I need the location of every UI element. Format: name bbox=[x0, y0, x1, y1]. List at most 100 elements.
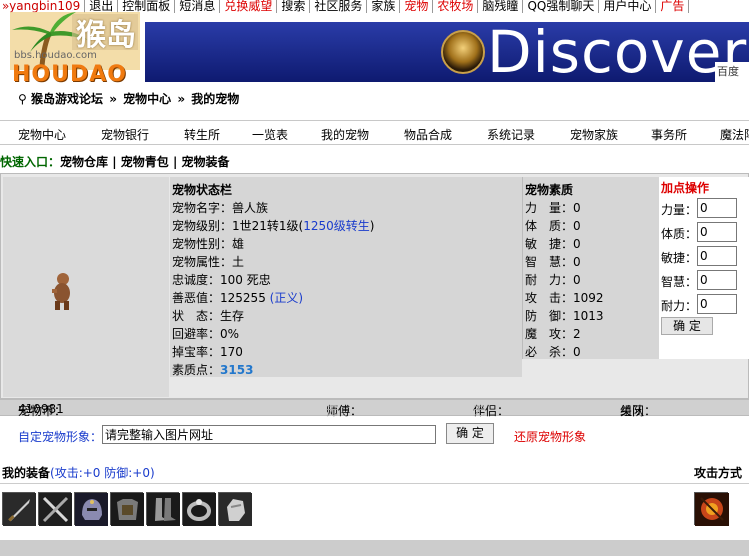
header-banner: Discovery 百度 bbox=[145, 22, 749, 82]
logo-cn: 猴岛 bbox=[76, 18, 136, 53]
add-wisdom-label: 智慧： bbox=[661, 275, 698, 289]
breadcrumb: ⚲ 猴岛游戏论坛 » 宠物中心 » 我的宠物 bbox=[18, 92, 240, 106]
attr-row: 敏 捷：0 bbox=[525, 237, 581, 251]
status-drop: 掉宝率：170 bbox=[172, 345, 243, 359]
status-element: 宠物属性：土 bbox=[172, 255, 245, 269]
attr-row: 魔 攻：2 bbox=[525, 327, 581, 341]
custom-image-label: 自定宠物形象： bbox=[18, 430, 103, 444]
search-icon: ⚲ bbox=[18, 92, 27, 106]
equipment-title: 我的装备(攻击:+0 防御:+0) bbox=[2, 466, 155, 480]
custom-image-url-input[interactable] bbox=[102, 425, 436, 444]
attack-mode-icon[interactable] bbox=[694, 492, 729, 526]
menu-synthesis[interactable]: 物品合成 bbox=[404, 126, 452, 143]
logo-site: bbs.houdao.com bbox=[14, 50, 97, 61]
breadcrumb-my-pet[interactable]: 我的宠物 bbox=[191, 92, 239, 106]
menu-rebirth[interactable]: 转生所 bbox=[184, 126, 220, 143]
menu-office[interactable]: 事务所 bbox=[651, 126, 687, 143]
top-nav-exchange[interactable]: 兑换威望 bbox=[220, 0, 278, 13]
helmet-icon[interactable] bbox=[74, 492, 108, 526]
status-points: 素质点：3153 bbox=[172, 363, 254, 377]
custom-image-row: 自定宠物形象： 确 定 还原宠物形象 bbox=[0, 420, 749, 448]
attack-mode-title: 攻击方式 bbox=[694, 466, 743, 480]
site-logo[interactable]: 猴岛 bbs.houdao.com HOUDAO bbox=[2, 4, 152, 90]
status-state: 状 态：生存 bbox=[172, 309, 245, 323]
status-loyalty: 忠诚度：100 死忠 bbox=[172, 273, 271, 287]
add-agility-label: 敏捷： bbox=[661, 251, 698, 265]
menu-pet-bank[interactable]: 宠物银行 bbox=[101, 126, 149, 143]
attr-row: 智 慧：0 bbox=[525, 255, 581, 269]
status-dodge: 回避率：0% bbox=[172, 327, 240, 341]
equipment-row bbox=[0, 484, 749, 540]
logo-en: HOUDAO bbox=[12, 62, 127, 87]
quick-links: 快速入口：宠物仓库 | 宠物青包 | 宠物装备 bbox=[0, 155, 230, 169]
breadcrumb-pet-center[interactable]: 宠物中心 bbox=[123, 92, 171, 106]
menu-overview[interactable]: 一览表 bbox=[252, 126, 288, 143]
add-strength-input[interactable] bbox=[697, 198, 737, 218]
banner-word: Discovery bbox=[487, 22, 749, 82]
attr-row: 力 量：0 bbox=[525, 201, 581, 215]
status-karma: 善恶值：125255 (正义) bbox=[172, 291, 304, 305]
status-gender: 宠物性别：雄 bbox=[172, 237, 245, 251]
footer-strip bbox=[0, 540, 749, 556]
pet-stats-bar: 宠物币： 410981 师傅：无 伴侣：无 组队： 关闭 bbox=[0, 399, 749, 418]
gauntlet-icon[interactable] bbox=[218, 492, 252, 526]
equipment-header: 我的装备(攻击:+0 防御:+0) 攻击方式 bbox=[0, 458, 749, 484]
attr-row: 耐 力：0 bbox=[525, 273, 581, 287]
status-level: 宠物级别：1世21转1级(1250级转生) bbox=[172, 219, 375, 233]
quick-bag[interactable]: 宠物青包 bbox=[121, 155, 169, 169]
add-endurance-label: 耐力： bbox=[661, 299, 698, 313]
add-points-panel: 加点操作 力量： 体质： 敏捷： 智慧： 耐力： 确 定 bbox=[659, 177, 749, 359]
attr-row: 攻 击：1092 bbox=[525, 291, 604, 305]
top-nav-search[interactable]: 搜索 bbox=[277, 0, 311, 13]
add-agility-input[interactable] bbox=[697, 246, 737, 266]
main-menu: 宠物中心 宠物银行 转生所 一览表 我的宠物 物品合成 系统记录 宠物家族 事务… bbox=[0, 120, 749, 145]
menu-magic-circle[interactable]: 魔法阵 bbox=[720, 126, 749, 143]
pet-attributes: 宠物素质 力 量：0 体 质：0 敏 捷：0 智 慧：0 耐 力：0 攻 击：1… bbox=[522, 177, 659, 359]
attr-row: 必 杀：0 bbox=[525, 345, 581, 359]
breadcrumb-forum[interactable]: 猴岛游戏论坛 bbox=[31, 92, 103, 106]
add-constitution-input[interactable] bbox=[697, 222, 737, 242]
pet-sprite-icon bbox=[52, 273, 70, 310]
status-title: 宠物状态栏 bbox=[172, 183, 233, 197]
emblem-icon bbox=[441, 30, 485, 74]
pet-image-cell bbox=[3, 177, 169, 397]
top-nav-farm[interactable]: 农牧场 bbox=[433, 0, 479, 13]
add-points-title: 加点操作 bbox=[661, 181, 710, 195]
top-nav-messages[interactable]: 短消息 bbox=[175, 0, 221, 13]
attr-row: 防 御：1013 bbox=[525, 309, 604, 323]
reset-image-link[interactable]: 还原宠物形象 bbox=[514, 428, 586, 445]
pet-panel: 宠物状态栏 宠物名字：兽人族 宠物级别：1世21转1级(1250级转生) 宠物性… bbox=[0, 173, 749, 399]
top-nav-naocan[interactable]: 脑残瞳 bbox=[478, 0, 524, 13]
custom-image-confirm-button[interactable]: 确 定 bbox=[446, 423, 494, 444]
add-endurance-input[interactable] bbox=[697, 294, 737, 314]
top-nav-pet[interactable]: 宠物 bbox=[400, 0, 434, 13]
menu-pet-center[interactable]: 宠物中心 bbox=[18, 126, 66, 143]
pet-status: 宠物状态栏 宠物名字：兽人族 宠物级别：1世21转1级(1250级转生) 宠物性… bbox=[170, 177, 522, 377]
add-wisdom-input[interactable] bbox=[697, 270, 737, 290]
menu-my-pet[interactable]: 我的宠物 bbox=[321, 126, 369, 143]
attr-row: 体 质：0 bbox=[525, 219, 581, 233]
karma-link[interactable]: (正义) bbox=[270, 291, 303, 305]
rebirth-level-link[interactable]: 1250级转生 bbox=[303, 219, 370, 233]
baidu-link[interactable]: 百度 bbox=[715, 62, 749, 82]
quick-equipment[interactable]: 宠物装备 bbox=[182, 155, 230, 169]
top-nav-family[interactable]: 家族 bbox=[367, 0, 401, 13]
menu-pet-family[interactable]: 宠物家族 bbox=[570, 126, 618, 143]
sword-icon[interactable] bbox=[2, 492, 36, 526]
add-points-confirm-button[interactable]: 确 定 bbox=[661, 317, 713, 335]
status-name: 宠物名字：兽人族 bbox=[172, 201, 269, 215]
top-nav-ads[interactable]: 广告 bbox=[656, 0, 690, 13]
quick-label: 快速入口： bbox=[0, 155, 61, 169]
add-strength-label: 力量： bbox=[661, 203, 698, 217]
top-nav-user-center[interactable]: 用户中心 bbox=[599, 0, 657, 13]
add-constitution-label: 体质： bbox=[661, 227, 698, 241]
menu-system-log[interactable]: 系统记录 bbox=[487, 126, 535, 143]
ring-icon[interactable] bbox=[182, 492, 216, 526]
boots-icon[interactable] bbox=[146, 492, 180, 526]
top-nav-qq-chat[interactable]: QQ强制聊天 bbox=[523, 0, 600, 13]
attrs-title: 宠物素质 bbox=[525, 183, 574, 197]
quick-warehouse[interactable]: 宠物仓库 bbox=[60, 155, 108, 169]
top-nav-community[interactable]: 社区服务 bbox=[310, 0, 368, 13]
crossed-blades-icon[interactable] bbox=[38, 492, 72, 526]
armor-icon[interactable] bbox=[110, 492, 144, 526]
